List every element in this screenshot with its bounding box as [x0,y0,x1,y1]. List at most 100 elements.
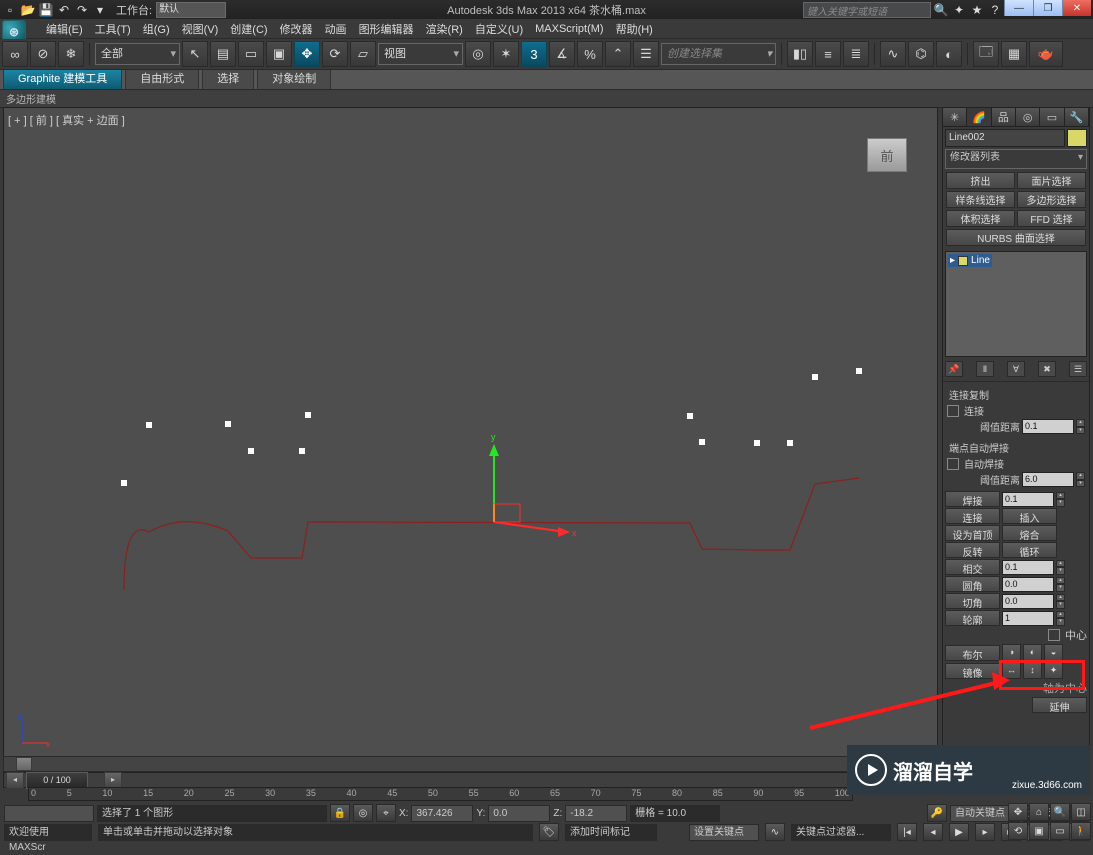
script-listener-snip[interactable] [4,805,94,822]
make-unique-icon[interactable]: ∀ [1007,361,1025,377]
cross-spinner[interactable]: 0.1 [1002,560,1054,575]
btn-fuse[interactable]: 熔合 [1002,525,1057,541]
select-rotate-icon[interactable]: ⟳ [322,41,348,67]
trackbar[interactable]: 0510152025303540455055606570758085909510… [28,787,853,801]
fov-icon[interactable]: ◫ [1071,803,1091,821]
modifier-dropdown[interactable]: 修改器列表 [945,149,1087,169]
btn-cycle[interactable]: 循环 [1002,542,1057,558]
autoweld-threshold-spinner[interactable]: 6.0 [1022,472,1074,487]
btn-bool[interactable]: 布尔 [945,645,1000,661]
close-button[interactable]: ✕ [1062,0,1091,16]
mirror-icon[interactable]: ▮▯ [787,41,813,67]
spline-vertex[interactable] [699,439,705,445]
spline-vertex[interactable] [812,374,818,380]
spline-vertex[interactable] [299,448,305,454]
btn-mirror[interactable]: 镜像 [945,663,1000,679]
btn-polysel[interactable]: 多边形选择 [1017,191,1086,208]
tab-modify-icon[interactable]: 🌈 [967,108,991,126]
spline-vertex[interactable] [121,480,127,486]
select-object-icon[interactable]: ↖ [182,41,208,67]
btn-cross[interactable]: 相交 [945,559,1000,575]
btn-extend[interactable]: 延伸 [1032,697,1087,713]
connect-threshold-spinner[interactable]: 0.1 [1022,419,1074,434]
percent-snap-icon[interactable]: % [577,41,603,67]
select-name-icon[interactable]: ▤ [210,41,236,67]
play-icon[interactable]: ▶ [949,823,969,841]
spline-vertex[interactable] [248,448,254,454]
walk-icon[interactable]: 🚶 [1071,822,1091,840]
spline-vertex[interactable] [146,422,152,428]
select-move-icon[interactable]: ✥ [294,41,320,67]
menu-render[interactable]: 渲染(R) [420,19,469,39]
btn-extrude[interactable]: 挤出 [946,172,1015,189]
render-icon[interactable]: 🫖 [1029,41,1063,67]
mirror-b-icon[interactable]: ✦ [1044,662,1063,679]
btn-makefirst[interactable]: 设为首顶点 [945,525,1000,541]
object-color-swatch[interactable] [1067,129,1087,147]
y-value[interactable]: 0.0 [488,805,550,822]
lock-icon[interactable]: 🔒 [330,804,350,822]
btn-outline[interactable]: 轮廓 [945,610,1000,626]
layer-manager-icon[interactable]: ≣ [843,41,869,67]
time-slider[interactable]: ◂ 0 / 100 ▸ [3,772,853,788]
spline-vertex[interactable] [754,440,760,446]
configure-sets-icon[interactable]: ☰ [1069,361,1087,377]
orbit-icon[interactable]: ⟲ [1008,822,1028,840]
save-icon[interactable]: 💾 [38,2,54,18]
prev-frame-icon[interactable]: ◂ [923,823,943,841]
undo-icon[interactable]: ↶ [56,2,72,18]
fillet-spinner[interactable]: 0.0 [1002,577,1054,592]
viewport[interactable]: [ + ] [ 前 ] [ 真实 + 边面 ] 前 y x z x [3,107,938,758]
menu-views[interactable]: 视图(V) [176,19,225,39]
goto-start-icon[interactable]: |◂ [897,823,917,841]
align-icon[interactable]: ≡ [815,41,841,67]
spline-vertex[interactable] [687,413,693,419]
connect-checkbox[interactable] [947,405,959,417]
menu-modifier[interactable]: 修改器 [274,19,319,39]
btn-patchsel[interactable]: 面片选择 [1017,172,1086,189]
menu-help[interactable]: 帮助(H) [610,19,659,39]
material-editor-icon[interactable]: ◐ [936,41,962,67]
bind-spacewarp-icon[interactable]: ❄ [58,41,84,67]
weld-spinner[interactable]: 0.1 [1002,492,1054,507]
btn-chamfer[interactable]: 切角 [945,593,1000,609]
new-icon[interactable]: ▫ [2,2,18,18]
spline-vertex[interactable] [787,440,793,446]
named-selset-dropdown[interactable]: 创建选择集 [661,43,776,65]
welcome-box[interactable]: 欢迎使用 MAXScr [4,824,92,841]
tab-create-icon[interactable]: ✳ [943,108,967,126]
workspace-dropdown[interactable]: 默认 [156,2,226,18]
timetag-icon[interactable]: 🏷 [539,823,559,841]
remove-mod-icon[interactable]: ✖ [1038,361,1056,377]
menu-custom[interactable]: 自定义(U) [469,19,529,39]
open-icon[interactable]: 📂 [20,2,36,18]
curve-editor-icon[interactable]: ∿ [880,41,906,67]
menu-group[interactable]: 组(G) [137,19,176,39]
bool-union-icon[interactable]: ◑ [1002,644,1021,661]
zoom-icon[interactable]: 🔍 [1050,803,1070,821]
z-value[interactable]: -18.2 [565,805,627,822]
spinner-snap-icon[interactable]: ⌃ [605,41,631,67]
schematic-view-icon[interactable]: ⌬ [908,41,934,67]
ref-coord-dropdown[interactable]: 视图 [378,43,463,65]
render-framebuffer-icon[interactable]: ▦ [1001,41,1027,67]
menu-edit[interactable]: 编辑(E) [40,19,89,39]
btn-weld[interactable]: 焊接 [945,491,1000,507]
object-name-field[interactable]: Line002 [945,129,1065,147]
btn-insert[interactable]: 插入 [1002,508,1057,524]
qat-dropdown-icon[interactable]: ▾ [92,2,108,18]
x-value[interactable]: 367.426 [411,805,473,822]
btn-nurbssel[interactable]: NURBS 曲面选择 [946,229,1086,246]
menu-animation[interactable]: 动画 [319,19,353,39]
minimize-button[interactable]: — [1004,0,1033,16]
center-checkbox[interactable] [1048,629,1060,641]
tab-hierarchy-icon[interactable]: 品 [992,108,1016,126]
maximize-button[interactable]: ❐ [1033,0,1062,16]
snap-3d-icon[interactable]: 3 [521,41,547,67]
btn-reverse[interactable]: 反转 [945,542,1000,558]
link-icon[interactable]: ∞ [2,41,28,67]
spline-vertex[interactable] [856,368,862,374]
btn-ffdsel[interactable]: FFD 选择 [1017,210,1086,227]
btn-fillet[interactable]: 圆角 [945,576,1000,592]
menu-create[interactable]: 创建(C) [224,19,273,39]
